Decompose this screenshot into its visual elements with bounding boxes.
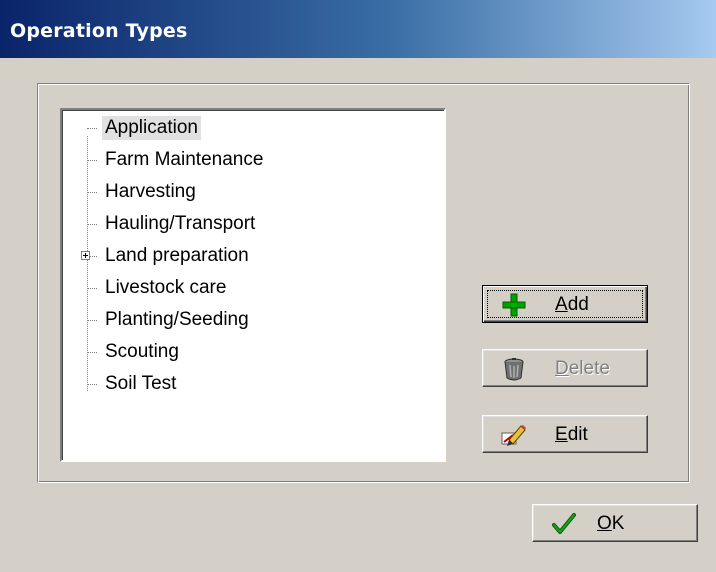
tree-item-application[interactable]: Application [62, 114, 442, 144]
tree-item-label: Livestock care [105, 277, 227, 298]
tree-item-label: Soil Test [105, 373, 177, 394]
tree-item-soil-test[interactable]: Soil Test [62, 370, 442, 400]
edit-button[interactable]: Edit [482, 415, 648, 453]
ok-button[interactable]: OK [532, 504, 698, 542]
tree-item-label: Application [102, 116, 201, 140]
tree-item-land-preparation[interactable]: Land preparation [62, 242, 442, 272]
tree-item-label: Hauling/Transport [105, 213, 256, 234]
pencil-icon [501, 425, 526, 446]
title-bar[interactable]: Operation Types [0, 0, 716, 58]
tree-item-label: Harvesting [105, 181, 196, 202]
tree-item-planting-seeding[interactable]: Planting/Seeding [62, 306, 442, 336]
add-button-label: Add [555, 294, 589, 315]
delete-button-label: Delete [555, 358, 610, 379]
edit-button-label: Edit [555, 424, 588, 445]
checkmark-icon [552, 513, 576, 534]
tree-item-label: Scouting [105, 341, 179, 362]
tree-item-harvesting[interactable]: Harvesting [62, 178, 442, 208]
tree-item-farm-maintenance[interactable]: Farm Maintenance [62, 146, 442, 176]
tree-item-scouting[interactable]: Scouting [62, 338, 442, 368]
delete-button[interactable]: Delete [482, 349, 648, 387]
plus-icon [502, 293, 526, 317]
window-title: Operation Types [10, 20, 188, 42]
operation-types-tree[interactable]: Application Farm Maintenance Harvesting … [60, 108, 446, 462]
expand-plus-icon[interactable] [81, 251, 90, 260]
trash-can-icon [504, 358, 524, 381]
tree-item-livestock-care[interactable]: Livestock care [62, 274, 442, 304]
add-button[interactable]: Add [482, 285, 648, 323]
operation-types-dialog: Operation Types Application Farm Mainten… [0, 0, 716, 572]
tree-item-label: Land preparation [105, 245, 249, 266]
tree-item-label: Planting/Seeding [105, 309, 249, 330]
tree-item-hauling-transport[interactable]: Hauling/Transport [62, 210, 442, 240]
ok-button-label: OK [597, 513, 625, 534]
tree-item-label: Farm Maintenance [105, 149, 264, 170]
